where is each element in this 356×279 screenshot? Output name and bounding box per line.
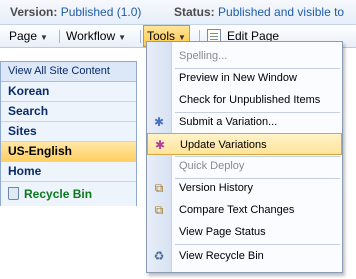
recycle-bin-icon: ♻	[153, 249, 165, 263]
menu-item-update-variations[interactable]: ✱ Update Variations	[147, 133, 342, 155]
toolbar-divider	[140, 30, 141, 43]
menu-item-label: Preview in New Window	[179, 72, 297, 84]
page-menu-label: Page	[9, 29, 38, 43]
menu-item-label: Quick Deploy	[179, 160, 245, 172]
version-label: Version:	[10, 5, 58, 19]
update-variations-icon: ✱	[154, 138, 166, 152]
status-label: Status:	[174, 5, 215, 19]
nav-item-us-english[interactable]: US-English	[1, 142, 136, 162]
menu-item-label: Submit a Variation...	[179, 116, 278, 128]
menu-item-submit-variation[interactable]: ✱ Submit a Variation...	[147, 111, 342, 133]
chevron-down-icon: ▼	[118, 33, 127, 42]
compare-icon: ⧉	[154, 203, 164, 217]
menu-item-check-unpublished[interactable]: Check for Unpublished Items	[147, 89, 342, 111]
workflow-menu-label: Workflow	[66, 29, 116, 43]
recycle-bin-icon	[8, 187, 19, 200]
toolbar-divider	[59, 30, 60, 43]
variation-icon: ✱	[153, 115, 165, 129]
page-menu-button[interactable]: Page ▼	[6, 26, 51, 46]
nav-item-korean[interactable]: Korean	[1, 82, 136, 102]
menu-item-preview-new-window[interactable]: Preview in New Window	[147, 67, 342, 89]
menu-item-view-page-status[interactable]: View Page Status	[147, 221, 342, 243]
menu-item-compare-text-changes[interactable]: ⧉ Compare Text Changes	[147, 199, 342, 221]
menu-item-label: Update Variations	[180, 139, 267, 151]
status-value: Published and visible to	[218, 5, 345, 19]
nav-item-search[interactable]: Search	[1, 102, 136, 122]
menu-item-label: View Page Status	[179, 226, 266, 238]
menu-item-spelling[interactable]: Spelling...	[147, 45, 342, 67]
menu-item-label: Check for Unpublished Items	[179, 94, 321, 106]
menu-item-label: Spelling...	[179, 50, 228, 62]
nav-item-home[interactable]: Home	[1, 162, 136, 182]
tools-dropdown-menu: Spelling... Preview in New Window Check …	[146, 41, 343, 273]
menu-item-label: Version History	[179, 182, 253, 194]
recycle-bin-link[interactable]: Recycle Bin	[1, 182, 136, 206]
menu-item-label: Compare Text Changes	[179, 204, 295, 216]
menu-item-version-history[interactable]: ⧉ Version History	[147, 177, 342, 199]
menu-item-label: View Recycle Bin	[179, 250, 264, 262]
menu-item-view-recycle-bin[interactable]: ♻ View Recycle Bin	[147, 245, 342, 267]
menu-item-quick-deploy[interactable]: Quick Deploy	[147, 155, 342, 177]
version-history-icon: ⧉	[154, 181, 164, 195]
chevron-down-icon: ▼	[40, 33, 48, 42]
nav-item-sites[interactable]: Sites	[1, 122, 136, 142]
workflow-menu-button[interactable]: Workflow ▼	[63, 26, 129, 46]
view-all-site-content-link[interactable]: View All Site Content	[1, 62, 136, 82]
version-value[interactable]: Published (1.0)	[61, 5, 142, 19]
recycle-bin-label: Recycle Bin	[24, 187, 93, 201]
status-bar: Version: Published (1.0) Status: Publish…	[0, 0, 356, 25]
quick-launch: View All Site Content Korean Search Site…	[0, 61, 137, 206]
